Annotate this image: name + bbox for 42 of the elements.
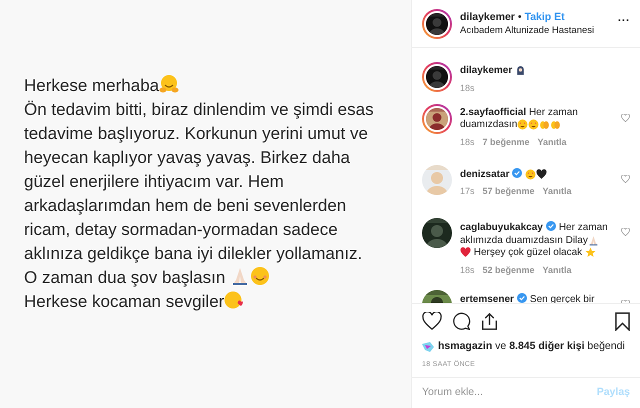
like-icon[interactable] xyxy=(621,228,630,236)
comment-text: duamızdasın xyxy=(460,119,562,130)
location-link[interactable]: Acıbadem Altunizade Hastanesi xyxy=(460,24,610,36)
username-link[interactable]: ertemsener xyxy=(460,294,514,304)
comment-time: 18s xyxy=(460,136,475,148)
heart-icon[interactable] xyxy=(422,312,442,330)
post-text: Herkese merhaba Ön tedavim bitti, biraz dinlendim ve şimdi esas tedavime başlıyoruz. Korkunun yerini umut ve heyecan kaplıyor yavaş yavaş. Birkez daha güzel enerjilere ihtiyacım var. Hem arkadaşlarımdan hem de beni sevenlerden ricam, detay sormadan-yormadan sadece aklınıza geldikçe bana iyi dilekler yollamanız. O zaman dua şov başlasın Herkese kocaman sevgiler xyxy=(24,74,375,313)
more-options-button[interactable]: ... xyxy=(618,10,630,26)
share-icon[interactable] xyxy=(481,312,498,331)
comment-time: 17s xyxy=(460,186,475,197)
kissing-face-icon xyxy=(224,290,244,310)
avatar-icon xyxy=(422,342,434,352)
heart-icon xyxy=(536,168,548,180)
star-eyed-face-icon xyxy=(517,119,528,130)
hugging-face-icon xyxy=(159,74,180,94)
comment-time: 18s xyxy=(460,82,475,94)
smiling-face-icon xyxy=(250,266,270,286)
comment-text: aklımızda duamızdasın Dilay xyxy=(460,234,599,246)
hands-icon xyxy=(550,119,562,130)
username-link[interactable]: caglabuyukakcay xyxy=(460,222,543,233)
hands-icon xyxy=(539,119,550,130)
like-icon[interactable] xyxy=(621,174,630,182)
star-eyed-face-icon xyxy=(528,119,540,130)
folded-hands-icon xyxy=(588,234,599,246)
comment-text: Her zaman xyxy=(528,106,578,118)
comment-icon[interactable] xyxy=(452,312,471,331)
heart-icon xyxy=(460,247,471,258)
username-link[interactable]: dilaykemer xyxy=(460,10,515,24)
username-link[interactable]: denizsatar xyxy=(460,168,510,180)
comment-text: Herşey çok güzel olacak xyxy=(460,247,596,258)
username-link[interactable]: 2.sayfaofficial xyxy=(460,106,526,118)
comment-time: 18s xyxy=(460,264,475,276)
likes-text: hsmagazin ve 8.845 diğer kişi beğendi xyxy=(438,339,625,354)
star-icon xyxy=(584,247,596,258)
comment-text: Her zaman xyxy=(558,222,608,233)
bookmark-icon[interactable] xyxy=(615,312,630,331)
like-icon[interactable] xyxy=(621,114,630,122)
hooded-figure-icon xyxy=(515,65,526,76)
separator-dot: • xyxy=(518,10,522,24)
star-eyed-face-icon xyxy=(525,168,536,180)
comment-text: Sen gerçek bir xyxy=(530,294,594,304)
username-link[interactable]: dilaykemer xyxy=(460,65,512,76)
